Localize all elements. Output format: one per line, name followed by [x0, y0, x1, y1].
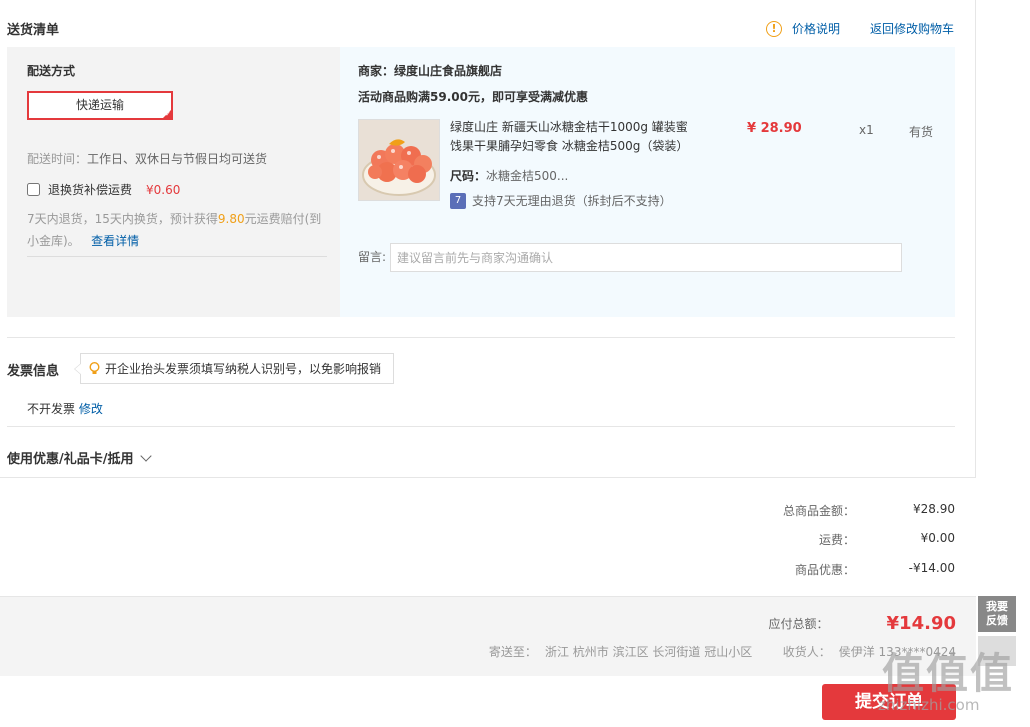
insurance-desc-prefix: 7天内退货，15天内换货，预计获得	[27, 212, 218, 226]
return-policy-text: 支持7天无理由退货（拆封后不支持）	[472, 194, 672, 208]
receiver-value: 侯伊洋 133****0424	[838, 645, 956, 659]
insurance-row: 退换货补偿运费 ¥0.60	[27, 181, 180, 198]
total-amount: ¥14.90	[886, 613, 956, 634]
shipping-method-button[interactable]: 快递运输 ✓	[27, 91, 173, 120]
product-size: 尺码：冰糖金桔500...	[450, 167, 568, 184]
invoice-tip-text: 开企业抬头发票须填写纳税人识别号，以免影响报销	[105, 362, 382, 376]
shipping-panel: 配送方式 快递运输 ✓ 配送时间：工作日、双休日与节假日均可送货 退换货补偿运费…	[7, 47, 340, 317]
shipping-time-value: 工作日、双休日与节假日均可送货	[87, 152, 268, 166]
shipping-label: 配送方式	[27, 64, 76, 78]
total-label: 应付总额：	[768, 617, 829, 631]
size-label: 尺码：	[450, 169, 487, 183]
price-explain-label: 价格说明	[792, 22, 841, 36]
warning-icon: !	[766, 20, 782, 37]
view-detail-link[interactable]: 查看详情	[91, 234, 139, 248]
product-quantity: x1	[859, 123, 874, 137]
product-thumbnail[interactable]	[358, 119, 440, 201]
insurance-checkbox[interactable]	[27, 183, 40, 196]
product-name[interactable]: 绿度山庄 新疆天山冰糖金桔干1000g 罐装蜜饯果干果脯孕妇零食 冰糖金桔500…	[450, 118, 695, 156]
divider	[27, 256, 327, 257]
summary-row-goods: 总商品金额： ¥28.90	[695, 502, 955, 519]
coupon-toggle[interactable]: 使用优惠/礼品卡/抵用	[7, 448, 152, 467]
size-value: 冰糖金桔500...	[486, 169, 569, 183]
divider	[7, 426, 955, 427]
summary-label: 运费：	[818, 533, 855, 547]
merchant-name[interactable]: 绿度山庄食品旗舰店	[394, 64, 502, 78]
invoice-status: 不开发票	[27, 402, 76, 416]
chevron-down-icon	[139, 449, 152, 462]
product-price: ¥ 28.90	[747, 121, 802, 136]
back-to-cart-link[interactable]: 返回修改购物车	[870, 20, 954, 37]
coupon-label: 使用优惠/礼品卡/抵用	[7, 452, 134, 467]
insurance-label: 退换货补偿运费	[48, 183, 133, 197]
ship-to-address: 浙江 杭州市 滨江区 长河街道 冠山小区	[544, 645, 753, 659]
shipping-time-label: 配送时间：	[27, 152, 88, 166]
seven-day-return-icon: 7	[450, 192, 466, 209]
order-panel: 送货清单 ! 价格说明 返回修改购物车 配送方式 快递运输 ✓ 配送时间：工作日…	[0, 0, 976, 478]
checkout-page: 送货清单 ! 价格说明 返回修改购物车 配送方式 快递运输 ✓ 配送时间：工作日…	[0, 0, 1030, 727]
summary-row-discount: 商品优惠： -¥14.00	[695, 561, 955, 578]
return-policy: 7 支持7天无理由退货（拆封后不支持）	[450, 192, 672, 209]
summary-row-freight: 运费： ¥0.00	[695, 531, 955, 548]
ship-to-label: 寄送至：	[488, 645, 537, 659]
shipping-method-label: 快递运输	[75, 98, 124, 112]
summary-value: ¥28.90	[913, 502, 955, 516]
merchant: 商家：绿度山庄食品旗舰店	[358, 62, 502, 79]
promo-text: 活动商品购满59.00元，即可享受满减优惠	[358, 90, 588, 104]
invoice-modify-link[interactable]: 修改	[79, 402, 103, 416]
insurance-description: 7天内退货，15天内换货，预计获得9.80元运费赔付(到小金库)。 查看详情	[27, 208, 332, 252]
shipping-time: 配送时间：工作日、双休日与节假日均可送货	[27, 150, 267, 167]
summary-value: -¥14.00	[908, 561, 955, 575]
merchant-label: 商家：	[358, 64, 395, 78]
invoice-value: 不开发票 修改	[27, 400, 103, 417]
total-bar: 应付总额： ¥14.90 寄送至： 浙江 杭州市 滨江区 长河街道 冠山小区 收货…	[0, 596, 976, 676]
section-title: 送货清单	[7, 23, 60, 38]
summary-value: ¥0.00	[920, 531, 955, 545]
check-icon: ✓	[165, 110, 171, 118]
kumquat-image	[359, 120, 439, 200]
invoice-tip: 开企业抬头发票须填写纳税人识别号，以免影响报销	[73, 353, 395, 384]
insurance-price: ¥0.60	[146, 182, 181, 197]
lightbulb-icon	[89, 362, 100, 374]
insurance-desc-amount: 9.80	[217, 212, 245, 226]
feedback-button[interactable]: 我要 反馈	[978, 596, 1016, 632]
summary-label: 总商品金额：	[782, 504, 855, 518]
product-panel: 商家：绿度山庄食品旗舰店 活动商品购满59.00元，即可享受满减优惠 绿度山庄 …	[340, 47, 955, 317]
ship-address: 寄送至： 浙江 杭州市 滨江区 长河街道 冠山小区 收货人： 侯伊洋 133****…	[489, 643, 956, 660]
total-row: 应付总额： ¥14.90	[0, 613, 956, 634]
message-input[interactable]	[390, 243, 902, 272]
submit-order-button[interactable]: 提交订单	[822, 684, 956, 720]
product-stock: 有货	[909, 125, 934, 139]
receiver-label: 收货人：	[782, 645, 831, 659]
divider	[7, 337, 955, 338]
message-label: 留言:	[358, 250, 387, 264]
summary-label: 商品优惠：	[794, 563, 855, 577]
price-explain-link[interactable]: ! 价格说明	[766, 20, 840, 37]
invoice-title: 发票信息	[7, 364, 60, 379]
feedback-secondary[interactable]	[978, 636, 1016, 666]
